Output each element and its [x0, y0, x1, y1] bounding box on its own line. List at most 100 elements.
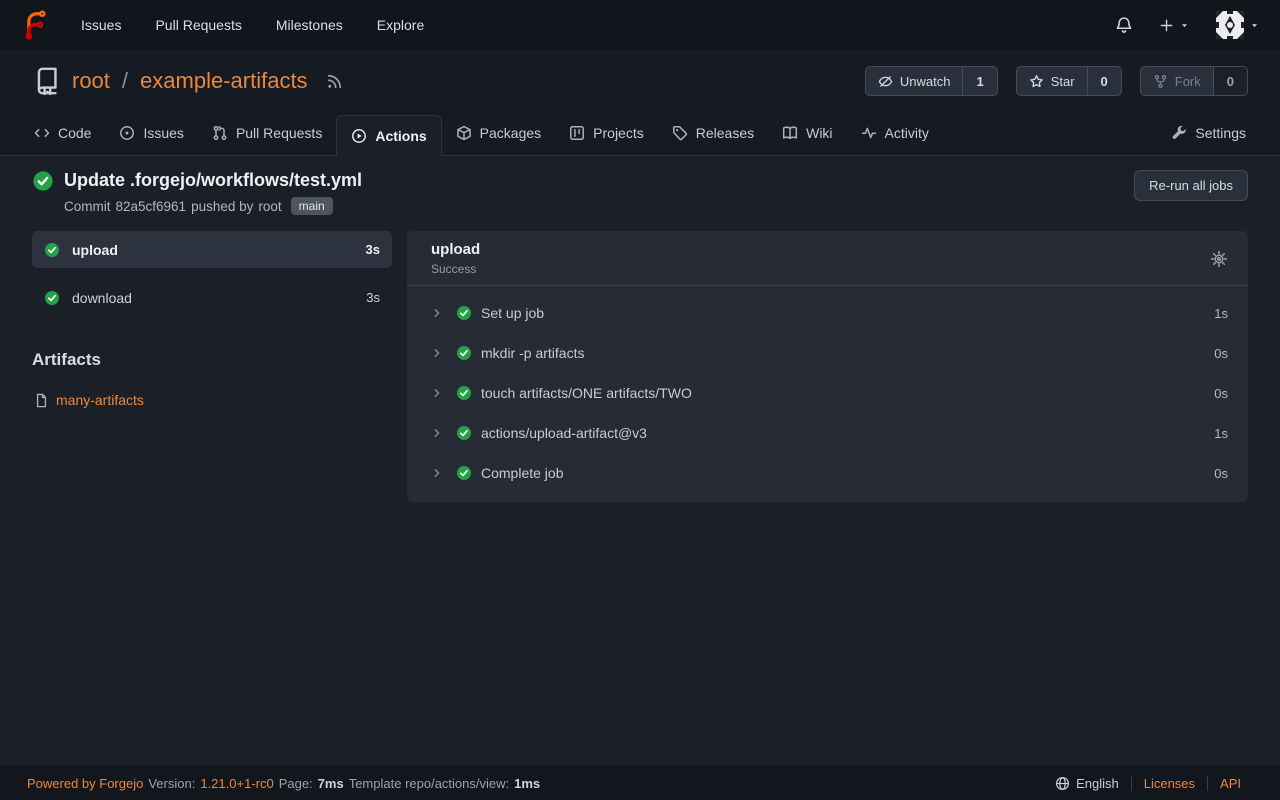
- author-link[interactable]: root: [258, 199, 281, 214]
- play-circle-icon: [351, 128, 367, 144]
- artifact-item: many-artifacts: [32, 392, 392, 408]
- powered-by-forgejo-link[interactable]: Powered by Forgejo: [27, 776, 143, 791]
- language-selector[interactable]: English: [1043, 776, 1131, 791]
- template-time: 1ms: [514, 776, 540, 791]
- api-link[interactable]: API: [1207, 776, 1253, 791]
- step-row-touch[interactable]: touch artifacts/ONE artifacts/TWO 0s: [407, 373, 1248, 413]
- tab-pull-requests[interactable]: Pull Requests: [198, 111, 336, 155]
- tab-code[interactable]: Code: [20, 111, 105, 155]
- fork-icon: [1153, 74, 1168, 89]
- footer-info: Powered by Forgejo Version: 1.21.0+1-rc0…: [27, 776, 540, 791]
- commit-sha-link[interactable]: 82a5cf6961: [116, 199, 187, 214]
- navbar-item-explore[interactable]: Explore: [360, 0, 441, 50]
- run-title: Update .forgejo/workflows/test.yml: [64, 170, 362, 191]
- book-icon: [782, 125, 798, 141]
- fork-count[interactable]: 0: [1213, 67, 1247, 95]
- code-icon: [34, 125, 50, 141]
- step-row-upload-artifact[interactable]: actions/upload-artifact@v3 1s: [407, 413, 1248, 453]
- step-name: Set up job: [481, 305, 544, 321]
- pull-request-icon: [212, 125, 228, 141]
- star-button[interactable]: Star 0: [1016, 66, 1122, 96]
- tab-releases[interactable]: Releases: [658, 111, 768, 155]
- job-steps-list: Set up job 1s mkdir -p artifacts 0s touc…: [407, 286, 1248, 502]
- star-count[interactable]: 0: [1087, 67, 1121, 95]
- tab-actions[interactable]: Actions: [336, 115, 441, 156]
- top-navbar: Issues Pull Requests Milestones Explore: [0, 0, 1280, 50]
- job-duration: 3s: [366, 242, 380, 257]
- check-circle-icon: [456, 465, 472, 481]
- check-circle-icon: [456, 425, 472, 441]
- tab-issues[interactable]: Issues: [105, 111, 197, 155]
- job-detail-header: upload Success: [407, 231, 1248, 286]
- rss-icon[interactable]: [326, 73, 343, 90]
- step-duration: 1s: [1214, 426, 1228, 441]
- star-label: Star: [1051, 74, 1075, 89]
- navbar-item-milestones[interactable]: Milestones: [259, 0, 360, 50]
- job-item-download[interactable]: download 3s: [32, 279, 392, 316]
- notifications-button[interactable]: [1115, 16, 1133, 34]
- repo-icon: [32, 66, 62, 96]
- licenses-link[interactable]: Licenses: [1131, 776, 1207, 791]
- artifact-download-link[interactable]: many-artifacts: [56, 392, 144, 408]
- repo-separator: /: [122, 68, 128, 94]
- repo-tabbar: Code Issues Pull Requests Actions Packag…: [0, 112, 1280, 156]
- step-row-set-up-job[interactable]: Set up job 1s: [407, 293, 1248, 333]
- tag-icon: [672, 125, 688, 141]
- tab-packages[interactable]: Packages: [442, 111, 555, 155]
- repo-name-link[interactable]: example-artifacts: [140, 68, 308, 94]
- job-detail-status: Success: [431, 262, 480, 276]
- fork-button[interactable]: Fork 0: [1140, 66, 1248, 96]
- tab-wiki[interactable]: Wiki: [768, 111, 846, 155]
- job-duration: 3s: [366, 290, 380, 305]
- package-icon: [456, 125, 472, 141]
- navbar-right: [1115, 11, 1260, 39]
- tools-icon: [1172, 126, 1187, 141]
- watch-button[interactable]: Unwatch 1: [865, 66, 998, 96]
- job-item-upload[interactable]: upload 3s: [32, 231, 392, 268]
- step-row-complete-job[interactable]: Complete job 0s: [407, 453, 1248, 493]
- rerun-all-jobs-button[interactable]: Re-run all jobs: [1134, 170, 1248, 201]
- tab-activity[interactable]: Activity: [847, 111, 943, 155]
- repo-header-section: root / example-artifacts Unwatch 1 Star …: [0, 50, 1280, 156]
- step-duration: 1s: [1214, 306, 1228, 321]
- chevron-right-icon: [431, 307, 443, 319]
- tab-projects[interactable]: Projects: [555, 111, 658, 155]
- job-options-button[interactable]: [1210, 250, 1228, 268]
- step-duration: 0s: [1214, 466, 1228, 481]
- watch-label: Unwatch: [900, 74, 951, 89]
- step-row-mkdir[interactable]: mkdir -p artifacts 0s: [407, 333, 1248, 373]
- step-duration: 0s: [1214, 346, 1228, 361]
- version-link[interactable]: 1.21.0+1-rc0: [200, 776, 273, 791]
- user-menu-dropdown[interactable]: [1216, 11, 1260, 39]
- create-new-dropdown[interactable]: [1159, 18, 1190, 33]
- globe-icon: [1055, 776, 1070, 791]
- chevron-right-icon: [431, 347, 443, 359]
- navbar-item-issues[interactable]: Issues: [64, 0, 138, 50]
- job-detail-panel: upload Success Set up job 1s mkdir -p: [407, 231, 1248, 502]
- check-circle-icon: [456, 345, 472, 361]
- check-circle-icon: [456, 385, 472, 401]
- tab-settings[interactable]: Settings: [1158, 111, 1260, 155]
- branch-badge[interactable]: main: [291, 197, 333, 215]
- run-commit-line: Commit 82a5cf6961 pushed by root main: [64, 197, 362, 215]
- chevron-right-icon: [431, 467, 443, 479]
- plus-icon: [1159, 18, 1174, 33]
- forgejo-logo[interactable]: [20, 10, 50, 40]
- eye-off-icon: [878, 74, 893, 89]
- repo-title: root / example-artifacts: [32, 66, 343, 96]
- jobs-sidebar: upload 3s download 3s Artifacts many-art…: [32, 231, 392, 408]
- chevron-down-icon: [1249, 20, 1260, 31]
- gear-icon: [1210, 250, 1228, 268]
- navbar-item-pull-requests[interactable]: Pull Requests: [138, 0, 258, 50]
- watch-count[interactable]: 1: [962, 67, 996, 95]
- repo-owner-link[interactable]: root: [72, 68, 110, 94]
- bell-icon: [1115, 16, 1133, 34]
- chevron-down-icon: [1179, 20, 1190, 31]
- check-circle-icon: [44, 290, 60, 306]
- step-name: actions/upload-artifact@v3: [481, 425, 647, 441]
- step-name: Complete job: [481, 465, 564, 481]
- check-circle-icon: [44, 242, 60, 258]
- activity-icon: [861, 125, 877, 141]
- project-board-icon: [569, 125, 585, 141]
- job-detail-name: upload: [431, 241, 480, 258]
